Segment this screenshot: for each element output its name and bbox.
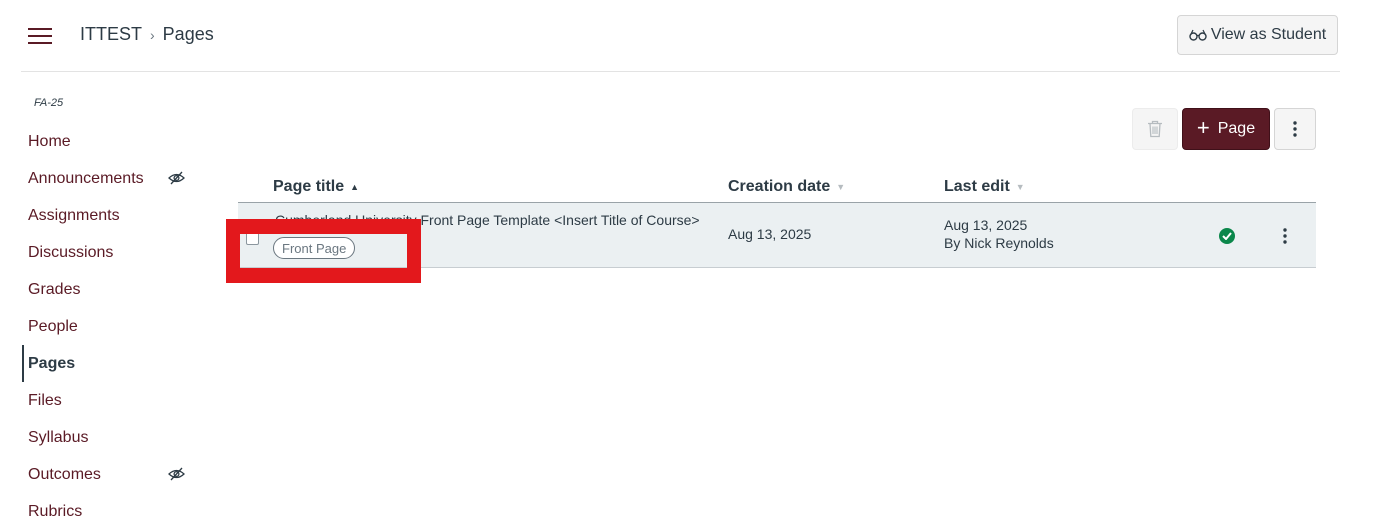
sidebar-item-pages[interactable]: Pages: [22, 345, 197, 382]
column-header-page-title[interactable]: Page title ▲: [273, 178, 359, 196]
view-as-student-button[interactable]: View as Student: [1177, 15, 1338, 55]
sort-icon: ▼: [1015, 182, 1025, 192]
header-divider: [21, 71, 1340, 72]
course-navigation: Home Announcements Assignments Discussio…: [22, 123, 197, 530]
sidebar-item-label: Outcomes: [28, 465, 101, 483]
sidebar-item-people[interactable]: People: [22, 308, 197, 345]
sidebar-item-label: Rubrics: [28, 502, 83, 520]
glasses-icon: [1189, 29, 1207, 41]
breadcrumb-course-link[interactable]: ITTEST: [80, 24, 142, 45]
eye-slash-icon: [168, 467, 185, 481]
sidebar-item-label: Grades: [28, 280, 81, 298]
sidebar-item-outcomes[interactable]: Outcomes: [22, 456, 197, 493]
sidebar-item-label: Syllabus: [28, 428, 89, 446]
hamburger-line: [28, 28, 52, 30]
kebab-icon: [1293, 121, 1297, 137]
sidebar-item-label: Files: [28, 391, 62, 409]
sidebar-item-assignments[interactable]: Assignments: [22, 197, 197, 234]
hamburger-line: [28, 42, 52, 44]
published-check-icon[interactable]: [1219, 228, 1235, 244]
sidebar-item-files[interactable]: Files: [22, 382, 197, 419]
row-options-button[interactable]: [1277, 226, 1293, 246]
sidebar-item-rubrics[interactable]: Rubrics: [22, 493, 197, 530]
course-term: FA-25: [34, 97, 64, 109]
kebab-icon: [1283, 228, 1287, 244]
sidebar-item-label: Discussions: [28, 243, 114, 261]
sidebar-item-label: People: [28, 317, 78, 335]
eye-slash-icon: [168, 171, 185, 185]
annotation-highlight-box: [226, 219, 421, 283]
breadcrumb: ITTEST › Pages: [80, 24, 214, 45]
trash-icon: [1148, 120, 1162, 138]
column-header-label: Page title: [273, 178, 345, 195]
sort-ascending-icon: ▲: [350, 182, 360, 192]
sidebar-item-grades[interactable]: Grades: [22, 271, 197, 308]
last-edit-date: Aug 13, 2025: [944, 217, 1028, 233]
add-page-button[interactable]: + Page: [1182, 108, 1270, 150]
add-page-label: Page: [1217, 120, 1256, 137]
sidebar-item-announcements[interactable]: Announcements: [22, 160, 197, 197]
more-options-button[interactable]: [1274, 108, 1316, 150]
column-header-label: Creation date: [728, 178, 831, 195]
hamburger-menu-button[interactable]: [28, 27, 52, 45]
column-header-label: Last edit: [944, 178, 1010, 195]
checkmark-icon: [1222, 232, 1232, 240]
sidebar-item-syllabus[interactable]: Syllabus: [22, 419, 197, 456]
plus-icon: +: [1196, 115, 1210, 140]
sidebar-item-discussions[interactable]: Discussions: [22, 234, 197, 271]
sidebar-item-label: Home: [28, 132, 71, 150]
breadcrumb-current: Pages: [162, 24, 214, 44]
column-header-last-edit[interactable]: Last edit ▼: [944, 178, 1025, 196]
hamburger-line: [28, 35, 52, 37]
column-header-creation-date[interactable]: Creation date ▼: [728, 178, 845, 196]
sidebar-item-label: Announcements: [28, 169, 144, 187]
sidebar-item-home[interactable]: Home: [22, 123, 197, 160]
creation-date: Aug 13, 2025: [728, 226, 812, 242]
sort-icon: ▼: [836, 182, 846, 192]
delete-pages-button[interactable]: [1132, 108, 1178, 150]
sidebar-item-label: Assignments: [28, 206, 120, 224]
view-as-student-label: View as Student: [1210, 26, 1327, 43]
sidebar-item-label: Pages: [28, 354, 76, 372]
last-edit-author: By Nick Reynolds: [944, 235, 1054, 251]
breadcrumb-separator-icon: ›: [150, 26, 155, 43]
last-edit-info: Aug 13, 2025 By Nick Reynolds: [944, 216, 1054, 252]
